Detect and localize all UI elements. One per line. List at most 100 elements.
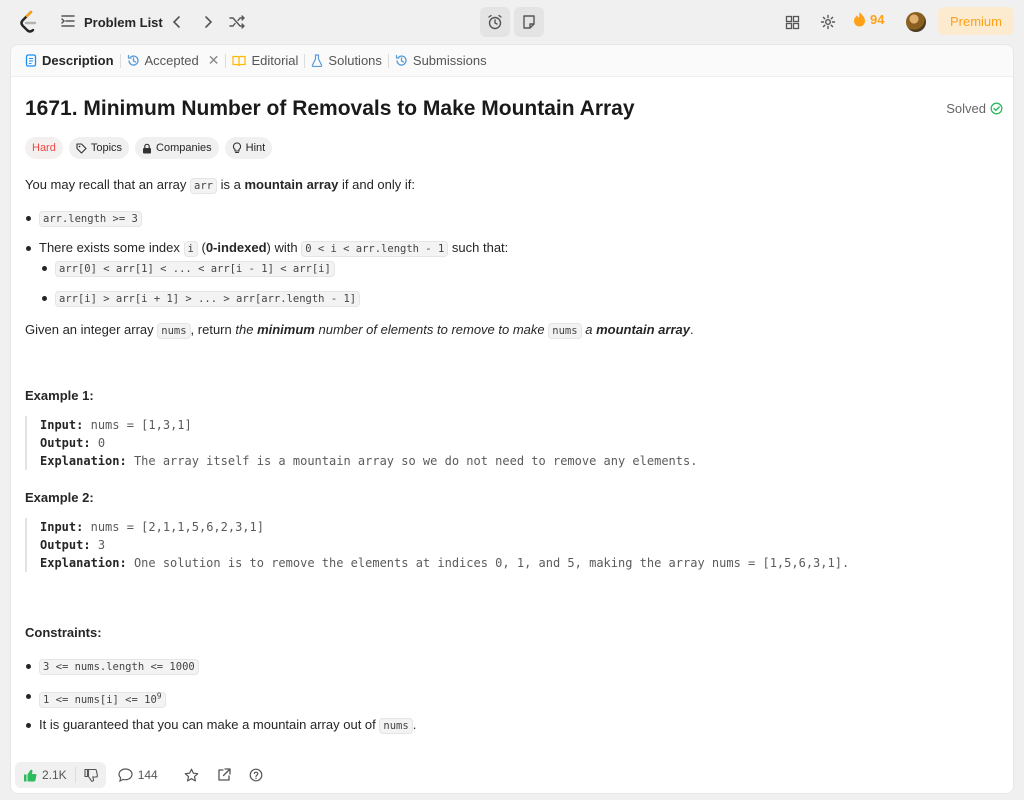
star-icon xyxy=(184,768,199,781)
output-label: Output: xyxy=(40,538,91,552)
history-icon xyxy=(127,54,139,66)
close-icon[interactable]: ✕ xyxy=(208,52,220,69)
grid-icon xyxy=(785,15,799,29)
document-icon xyxy=(25,54,37,67)
condition-item: There exists some index i (0-indexed) wi… xyxy=(25,238,508,259)
top-navigation: Problem List 94 Premium xyxy=(0,0,1024,44)
input-label: Input: xyxy=(40,418,84,432)
tab-editorial[interactable]: Editorial xyxy=(228,45,302,76)
sub-condition-item: arr[0] < arr[1] < ... < arr[i - 1] < arr… xyxy=(25,258,335,279)
chevron-right-icon xyxy=(205,16,213,28)
example-2-heading: Example 2: xyxy=(25,490,94,505)
intro-text: You may recall that an array xyxy=(25,177,187,192)
task-italic-text: number of elements to remove to make xyxy=(318,322,545,337)
share-button[interactable] xyxy=(217,768,231,782)
tab-submissions[interactable]: Submissions xyxy=(391,45,491,76)
inline-code: 0 < i < arr.length - 1 xyxy=(301,241,449,257)
favorite-button[interactable] xyxy=(184,768,199,783)
next-problem-button[interactable] xyxy=(196,10,220,34)
condition-item: arr.length >= 3 xyxy=(25,208,142,229)
feedback-button[interactable] xyxy=(249,768,263,782)
example-1-output: Output: 0 xyxy=(40,434,985,452)
explanation-label: Explanation: xyxy=(40,556,127,570)
constraint-base: 1 <= nums[i] <= 10 xyxy=(43,693,157,706)
intro-bold-text: mountain array xyxy=(244,177,339,192)
tab-divider xyxy=(387,53,389,68)
companies-label: Companies xyxy=(156,142,212,154)
streak-counter[interactable]: 94 xyxy=(853,11,884,27)
constraint-exponent: 9 xyxy=(156,691,162,700)
dislike-button[interactable] xyxy=(74,767,106,783)
external-link-icon xyxy=(218,768,231,781)
tab-accepted-label: Accepted xyxy=(144,53,199,68)
leetcode-logo-icon[interactable] xyxy=(18,10,40,34)
prev-problem-button[interactable] xyxy=(165,10,189,34)
constraint-item: 1 <= nums[i] <= 109 xyxy=(25,686,166,710)
tab-description[interactable]: Description xyxy=(21,45,118,76)
shuffle-problem-button[interactable] xyxy=(225,10,249,34)
explanation-label: Explanation: xyxy=(40,454,127,468)
tab-divider xyxy=(304,53,306,68)
example-1-block: Input: nums = [1,3,1] Output: 0 Explanatio… xyxy=(25,416,985,470)
tab-divider xyxy=(225,53,227,68)
tab-submissions-label: Submissions xyxy=(412,53,487,68)
gear-icon xyxy=(820,14,836,30)
tab-solutions[interactable]: Solutions xyxy=(307,45,385,76)
condition-bold-text: 0-indexed xyxy=(205,240,267,255)
avatar[interactable] xyxy=(906,12,926,32)
inline-code: 3 <= nums.length <= 1000 xyxy=(39,659,199,675)
problem-list-button[interactable]: Problem List xyxy=(60,10,163,34)
inline-code: arr[i] > arr[i + 1] > ... > arr[arr.leng… xyxy=(55,291,361,307)
tag-icon xyxy=(76,142,87,154)
alarm-clock-icon xyxy=(488,14,502,30)
lightbulb-icon xyxy=(232,142,241,154)
solved-status: Solved xyxy=(946,101,1003,116)
layout-button[interactable] xyxy=(781,11,803,33)
inline-code: 1 <= nums[i] <= 109 xyxy=(39,691,166,708)
chevron-left-icon xyxy=(172,16,180,28)
inline-code: arr[0] < arr[1] < ... < arr[i - 1] < arr… xyxy=(55,261,335,277)
settings-button[interactable] xyxy=(817,11,839,33)
input-value: nums = [1,3,1] xyxy=(90,418,192,432)
task-bold-italic-text: mountain array xyxy=(596,322,690,337)
tab-accepted[interactable]: Accepted ✕ xyxy=(123,45,224,76)
companies-chip[interactable]: Companies xyxy=(135,137,219,159)
task-paragraph: Given an integer array nums, return the … xyxy=(25,320,694,341)
problem-list-label: Problem List xyxy=(84,14,163,30)
tab-description-label: Description xyxy=(42,53,114,68)
constraint-text: It is guaranteed that you can make a mou… xyxy=(39,717,376,732)
constraint-item: It is guaranteed that you can make a mou… xyxy=(25,715,416,736)
premium-button[interactable]: Premium xyxy=(938,7,1014,35)
note-icon xyxy=(523,15,535,29)
example-1-explanation: Explanation: The array itself is a mount… xyxy=(40,452,985,470)
like-button[interactable]: 2.1K xyxy=(15,768,75,782)
problem-title[interactable]: 1671. Minimum Number of Removals to Make… xyxy=(25,97,635,121)
solved-label: Solved xyxy=(946,101,986,116)
inline-code: nums xyxy=(379,718,413,734)
inline-code: nums xyxy=(157,323,191,339)
comments-button[interactable]: 144 xyxy=(118,768,158,782)
intro-paragraph: You may recall that an array arr is a mo… xyxy=(25,175,415,196)
input-value: nums = [2,1,1,5,6,2,3,1] xyxy=(90,520,264,534)
flask-icon xyxy=(312,54,323,67)
task-text: , return xyxy=(190,322,232,337)
panel-tabs: Description Accepted ✕ Editorial Solutio… xyxy=(11,45,1013,77)
problem-panel: Description Accepted ✕ Editorial Solutio… xyxy=(10,44,1014,794)
inline-code: i xyxy=(183,241,198,257)
inline-code: arr xyxy=(190,178,217,194)
vote-group: 2.1K xyxy=(15,762,106,788)
list-icon xyxy=(60,13,76,32)
lock-icon xyxy=(143,143,152,153)
topics-label: Topics xyxy=(90,142,123,154)
book-icon xyxy=(232,55,247,66)
notes-button[interactable] xyxy=(514,7,544,37)
example-2-output: Output: 3 xyxy=(40,536,985,554)
hint-chip[interactable]: Hint xyxy=(224,137,273,159)
condition-text: There exists some index xyxy=(39,240,180,255)
comment-count: 144 xyxy=(137,768,158,782)
comment-icon xyxy=(118,768,133,782)
topics-chip[interactable]: Topics xyxy=(68,137,130,159)
input-label: Input: xyxy=(40,520,84,534)
timer-button[interactable] xyxy=(480,7,510,37)
tab-solutions-label: Solutions xyxy=(328,53,382,68)
